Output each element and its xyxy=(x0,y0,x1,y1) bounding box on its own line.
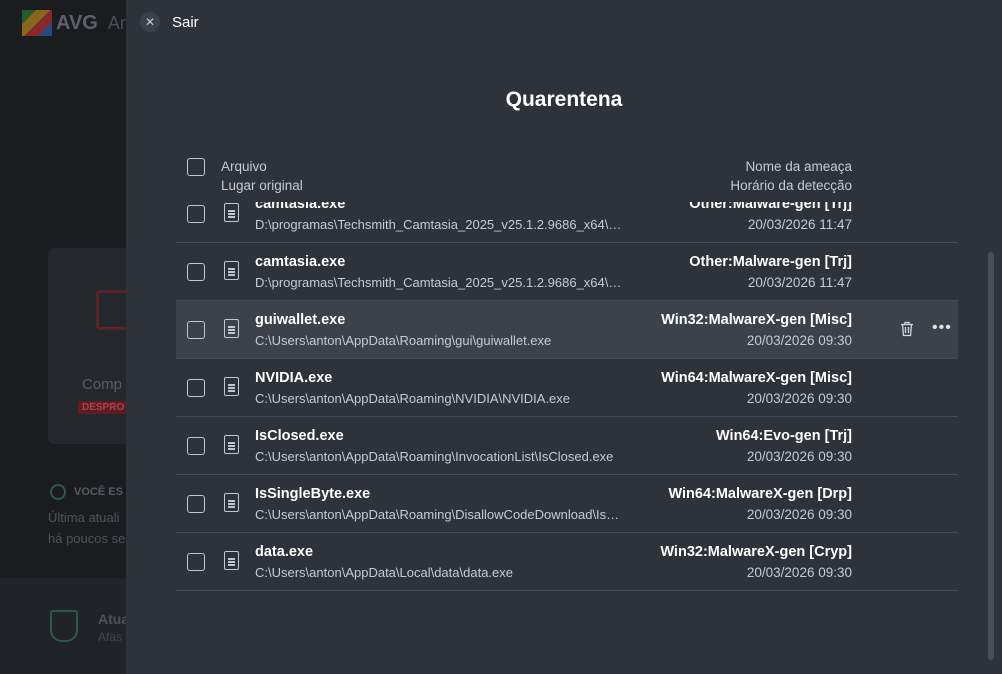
monitor-icon xyxy=(96,290,126,330)
status-text: VOCÊ ES xyxy=(74,486,123,498)
protection-status: VOCÊ ES xyxy=(50,484,123,500)
file-name: camtasia.exe xyxy=(255,254,346,270)
shield-check-icon xyxy=(50,610,78,642)
bottom-title: Atua xyxy=(98,611,126,627)
detection-time: 20/03/2026 11:47 xyxy=(747,275,852,290)
file-icon xyxy=(224,319,239,338)
avg-logo: AVG Ant xyxy=(22,10,126,36)
select-all-checkbox[interactable] xyxy=(187,158,205,176)
file-name: IsClosed.exe xyxy=(255,428,344,444)
column-original-location: Lugar original xyxy=(221,178,303,193)
quarantine-list: camtasia.exe D:\programas\Techsmith_Camt… xyxy=(176,202,958,674)
threat-name: Win32:MalwareX-gen [Cryp] xyxy=(660,544,852,560)
row-checkbox[interactable] xyxy=(187,205,205,223)
table-header: Arquivo Lugar original Nome da ameaça Ho… xyxy=(176,154,958,202)
file-icon xyxy=(224,203,239,222)
detection-time: 20/03/2026 11:47 xyxy=(747,217,852,232)
avg-logo-icon xyxy=(22,10,52,36)
table-row[interactable]: NVIDIA.exe C:\Users\anton\AppData\Roamin… xyxy=(176,359,958,417)
file-name: data.exe xyxy=(255,544,314,560)
table-row[interactable]: data.exe C:\Users\anton\AppData\Local\da… xyxy=(176,533,958,591)
file-path: D:\programas\Techsmith_Camtasia_2025_v25… xyxy=(255,275,623,290)
row-checkbox[interactable] xyxy=(187,379,205,397)
table-row-selected[interactable]: guiwallet.exe C:\Users\anton\AppData\Roa… xyxy=(176,301,958,359)
detection-time: 20/03/2026 09:30 xyxy=(746,333,852,348)
file-path: D:\programas\Techsmith_Camtasia_2025_v25… xyxy=(255,217,623,232)
row-checkbox[interactable] xyxy=(187,263,205,281)
file-icon xyxy=(224,261,239,280)
status-badge: DESPRO xyxy=(78,401,126,414)
close-icon[interactable]: ✕ xyxy=(140,12,160,32)
row-checkbox[interactable] xyxy=(187,321,205,339)
row-checkbox[interactable] xyxy=(187,437,205,455)
quarantine-panel: ✕ Sair Quarentena Arquivo Lugar original… xyxy=(126,0,1002,674)
table-row[interactable]: IsClosed.exe C:\Users\anton\AppData\Roam… xyxy=(176,417,958,475)
threat-name: Win64:MalwareX-gen [Misc] xyxy=(661,370,852,386)
file-icon xyxy=(224,551,239,570)
column-threat-name: Nome da ameaça xyxy=(745,159,852,174)
bottom-status-bar: Atua Afas xyxy=(0,578,126,674)
row-checkbox[interactable] xyxy=(187,553,205,571)
bottom-subtitle: Afas xyxy=(98,630,123,644)
file-icon xyxy=(224,435,239,454)
file-name: guiwallet.exe xyxy=(255,312,346,328)
detection-time: 20/03/2026 09:30 xyxy=(746,391,852,406)
file-path: C:\Users\anton\AppData\Local\data\data.e… xyxy=(255,565,513,580)
file-name: IsSingleByte.exe xyxy=(255,486,371,502)
trash-icon[interactable] xyxy=(900,321,914,337)
scrollbar[interactable] xyxy=(988,252,994,660)
table-row[interactable]: camtasia.exe D:\programas\Techsmith_Camt… xyxy=(176,202,958,243)
background-app: AVG Ant Comp DESPRO VOCÊ ES Última atual… xyxy=(0,0,126,674)
file-path: C:\Users\anton\AppData\Roaming\DisallowC… xyxy=(255,507,623,522)
file-path: C:\Users\anton\AppData\Roaming\gui\guiwa… xyxy=(255,333,552,348)
threat-name: Other:Malware-gen [Trj] xyxy=(689,254,852,270)
table-row[interactable]: IsSingleByte.exe C:\Users\anton\AppData\… xyxy=(176,475,958,533)
file-name: NVIDIA.exe xyxy=(255,370,333,386)
file-icon xyxy=(224,377,239,396)
column-file: Arquivo xyxy=(221,159,267,174)
exit-label[interactable]: Sair xyxy=(172,14,199,31)
file-path: C:\Users\anton\AppData\Roaming\Invocatio… xyxy=(255,449,614,464)
update-time-text: há poucos se xyxy=(48,531,126,546)
detection-time: 20/03/2026 09:30 xyxy=(746,507,852,522)
table-row[interactable]: camtasia.exe D:\programas\Techsmith_Camt… xyxy=(176,243,958,301)
page-title: Quarentena xyxy=(505,88,623,111)
refresh-icon xyxy=(50,484,66,500)
column-detection-time: Horário da detecção xyxy=(730,178,852,193)
card-title: Comp xyxy=(82,376,123,393)
threat-name: Other:Malware-gen [Trj] xyxy=(689,202,852,212)
file-path: C:\Users\anton\AppData\Roaming\NVIDIA\NV… xyxy=(255,391,571,406)
more-options-icon[interactable]: ••• xyxy=(932,320,952,336)
detection-time: 20/03/2026 09:30 xyxy=(746,565,852,580)
app-name: Ant xyxy=(107,12,126,33)
threat-name: Win64:Evo-gen [Trj] xyxy=(715,428,852,444)
threat-name: Win64:MalwareX-gen [Drp] xyxy=(668,486,852,502)
threat-name: Win32:MalwareX-gen [Misc] xyxy=(661,312,852,328)
detection-time: 20/03/2026 09:30 xyxy=(746,449,852,464)
update-text: Última atuali xyxy=(48,510,120,525)
protection-card: Comp DESPRO xyxy=(48,248,126,444)
file-name: camtasia.exe xyxy=(255,202,346,212)
brand-name: AVG xyxy=(56,11,98,34)
exit-button[interactable]: ✕ Sair xyxy=(140,12,199,32)
row-checkbox[interactable] xyxy=(187,495,205,513)
file-icon xyxy=(224,493,239,512)
